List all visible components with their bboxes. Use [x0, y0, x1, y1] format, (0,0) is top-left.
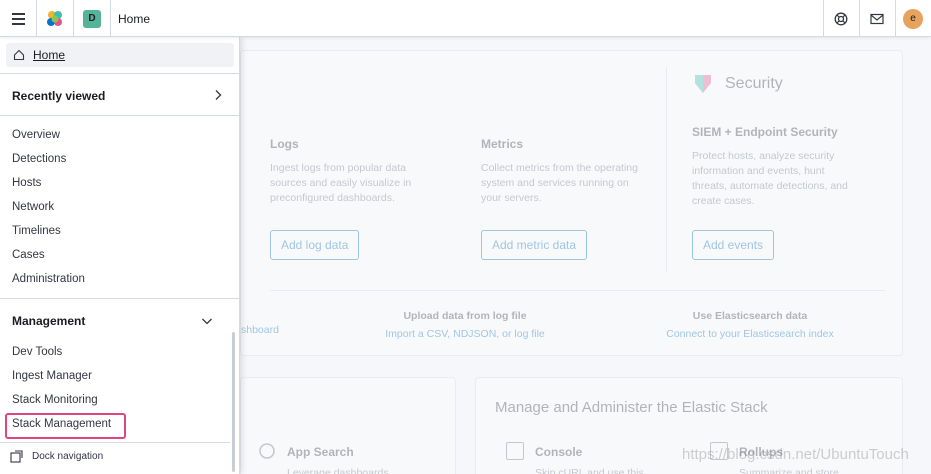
- upload-file-option: Upload data from log file Import a CSV, …: [370, 310, 560, 340]
- elastic-logo-icon: [47, 10, 62, 26]
- management-toggle[interactable]: Management: [12, 314, 85, 328]
- nav-drawer: Home Recently viewed Overview Detections…: [0, 37, 240, 474]
- console-title: Console: [535, 445, 583, 459]
- metrics-title: Metrics: [481, 137, 524, 151]
- app-search-desc: Leverage dashboards: [287, 467, 389, 474]
- app-search-icon: [259, 443, 275, 459]
- security-title: SIEM + Endpoint Security: [692, 125, 838, 139]
- logs-desc-line: Ingest logs from popular data: [270, 162, 406, 174]
- nav-item-cases[interactable]: Cases: [12, 249, 45, 261]
- app-search-title: App Search: [287, 445, 354, 459]
- manage-title: Manage and Administer the Elastic Stack: [495, 399, 768, 416]
- space-selector[interactable]: D: [74, 0, 110, 37]
- use-es-data-option: Use Elasticsearch data Connect to your E…: [655, 310, 845, 340]
- logs-desc-line: preconfigured dashboards.: [270, 192, 395, 204]
- security-desc-line: threats, automate detections, and: [692, 180, 848, 192]
- user-avatar: e: [903, 8, 923, 29]
- logs-solution: Logs Ingest logs from popular data sourc…: [270, 137, 460, 206]
- nav-item-overview[interactable]: Overview: [12, 129, 60, 141]
- user-menu-button[interactable]: e: [895, 0, 931, 37]
- divider: [0, 298, 240, 299]
- sample-data-link-fragment[interactable]: shboard: [241, 324, 301, 336]
- chevron-right-icon[interactable]: [213, 89, 223, 101]
- security-desc-line: create cases.: [692, 195, 755, 207]
- nav-item-ingest-manager[interactable]: Ingest Manager: [12, 370, 92, 382]
- elastic-logo-link[interactable]: [37, 0, 73, 37]
- security-heading-label: Security: [725, 75, 783, 92]
- nav-item-administration[interactable]: Administration: [12, 273, 85, 285]
- es-title: Use Elasticsearch data: [692, 310, 808, 322]
- security-heading: Security: [693, 73, 783, 95]
- header-divider: [110, 0, 111, 37]
- upload-link[interactable]: Import a CSV, NDJSON, or log file: [370, 328, 560, 340]
- dock-icon: [10, 450, 23, 463]
- home-icon: [13, 49, 25, 61]
- sample-data-link[interactable]: shboard: [241, 324, 301, 336]
- dock-navigation-button[interactable]: Dock navigation: [10, 450, 103, 463]
- upload-title: Upload data from log file: [403, 310, 527, 322]
- console-icon: [506, 442, 524, 460]
- help-icon: [834, 12, 848, 25]
- security-logo-icon: [695, 75, 711, 93]
- nav-item-dev-tools[interactable]: Dev Tools: [12, 346, 62, 358]
- nav-item-detections[interactable]: Detections: [12, 153, 66, 165]
- metrics-solution: Metrics Collect metrics from the operati…: [481, 137, 671, 206]
- nav-home-link[interactable]: Home: [6, 43, 234, 67]
- console-desc: Skip cURL and use this: [535, 467, 644, 474]
- divider: [270, 290, 885, 291]
- breadcrumb[interactable]: Home: [118, 0, 150, 37]
- security-solution: SIEM + Endpoint Security Protect hosts, …: [692, 125, 892, 209]
- nav-home-label: Home: [33, 48, 66, 62]
- space-avatar: D: [83, 9, 101, 28]
- highlight-annotation: [5, 413, 126, 439]
- divider: [0, 442, 230, 443]
- divider: [0, 115, 240, 116]
- top-header: D Home e: [0, 0, 931, 37]
- metrics-desc-line: system and services running on: [481, 177, 629, 189]
- nav-scrollbar[interactable]: [232, 332, 235, 472]
- es-link[interactable]: Connect to your Elasticsearch index: [655, 328, 845, 340]
- nav-item-stack-monitoring[interactable]: Stack Monitoring: [12, 394, 98, 406]
- watermark: https://blog.csdn.net/UbuntuTouch: [682, 446, 909, 463]
- divider: [666, 67, 667, 272]
- logs-title: Logs: [270, 137, 299, 151]
- recently-viewed-toggle[interactable]: Recently viewed: [12, 89, 105, 103]
- logs-desc-line: sources and easily visualize in: [270, 177, 412, 189]
- add-metric-data-button[interactable]: Add metric data: [481, 230, 588, 260]
- security-desc-line: information and events, hunt: [692, 165, 825, 177]
- add-events-button[interactable]: Add events: [692, 230, 775, 260]
- chevron-down-icon[interactable]: [201, 316, 213, 326]
- nav-item-network[interactable]: Network: [12, 201, 54, 213]
- add-log-data-button[interactable]: Add log data: [270, 230, 360, 260]
- newsfeed-button[interactable]: [859, 0, 895, 37]
- security-desc-line: Protect hosts, analyze security: [692, 150, 835, 162]
- rollups-desc: Summarize and store: [739, 467, 839, 474]
- hamburger-icon: [11, 11, 25, 26]
- nav-item-hosts[interactable]: Hosts: [12, 177, 41, 189]
- dock-navigation-label: Dock navigation: [32, 451, 104, 462]
- mail-icon: [870, 13, 884, 24]
- nav-item-timelines[interactable]: Timelines: [12, 225, 61, 237]
- divider: [0, 73, 240, 74]
- metrics-desc-line: Collect metrics from the operating: [481, 162, 638, 174]
- help-button[interactable]: [823, 0, 859, 37]
- menu-toggle-button[interactable]: [0, 0, 36, 37]
- metrics-desc-line: your servers.: [481, 192, 542, 204]
